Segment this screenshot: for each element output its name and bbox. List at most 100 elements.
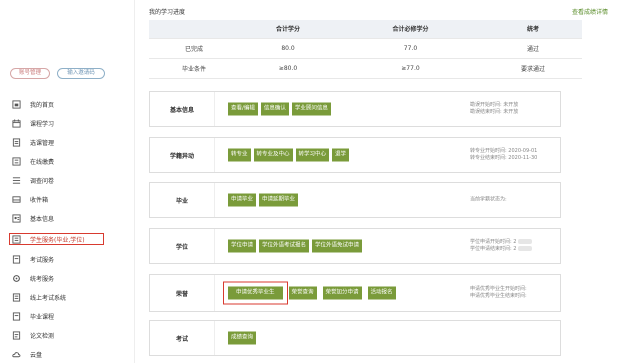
button-group: 学位申请 学位外语考试报名 学位外语免试申请 [228, 239, 363, 253]
table-header-cell: 统考 [483, 20, 582, 39]
info-line: 当前学籍状态为: [470, 196, 507, 203]
apply-deferred-graduation-button[interactable]: 申请延期毕业 [259, 193, 299, 207]
sidebar-item-exam-services[interactable]: 考试服务 [12, 253, 122, 265]
academic-advisor-button[interactable]: 学业顾问信息 [291, 102, 331, 116]
event-registration-button[interactable]: 活动报名 [367, 286, 396, 300]
info-line: 申请优秀毕业生结束时间: [470, 293, 527, 299]
active-item-highlight [9, 233, 104, 245]
sidebar-item-graduation-courses[interactable]: 毕业课程 [12, 310, 122, 322]
table-cell: 80.0 [239, 38, 337, 59]
table-row: 已完成 80.0 77.0 通过 [149, 38, 582, 59]
info-line: 转专业结束时间: 2020-11-30 [470, 155, 538, 161]
paper-icon [12, 330, 21, 340]
sidebar-item-basic-info[interactable]: 基本信息 [12, 212, 122, 224]
profile-icon [12, 213, 21, 223]
button-group: 成绩查询 [228, 331, 257, 345]
section-info: 转专业开始时间: 2020-09-01 转专业结束时间: 2020-11-30 [470, 148, 537, 162]
redacted-value [518, 239, 533, 244]
redacted-value [518, 246, 533, 251]
degree-language-exam-register-button[interactable]: 学位外语考试报名 [259, 239, 310, 253]
transfer-center-button[interactable]: 转学习中心 [295, 148, 330, 162]
info-text: 学位申请开始时间: 2 [470, 239, 517, 245]
list-icon [12, 176, 21, 185]
sidebar-item-label: 统考服务 [30, 275, 55, 283]
info-line: 转专业开始时间: 2020-09-01 [470, 148, 538, 154]
table-cell: 77.0 [337, 38, 484, 59]
withdraw-button[interactable]: 退学 [332, 148, 350, 162]
sidebar: 账号管理 输入邀请码 我的首页 课程学习 选课管理 在线缴费 调查问卷 收件箱 … [0, 0, 135, 363]
section-enrollment-change: 学籍异动 转专业 转专业及中心 转学习中心 退学 转专业开始时间: 2020-0… [149, 137, 561, 173]
cloud-icon [12, 350, 21, 359]
section-graduation: 毕业 申请毕业 申请延期毕业 当前学籍状态为: [149, 182, 561, 218]
book-icon [12, 311, 21, 321]
section-info: 学位申请开始时间: 2 学位申请结束时间: 2 [470, 239, 533, 253]
confirm-info-button[interactable]: 信息确认 [260, 102, 289, 116]
section-title: 毕业 [150, 183, 215, 217]
button-group: 申请优秀毕业生 荣誉查询 荣誉加分申请 活动报名 [223, 281, 396, 305]
info-line: 勘误结束时间: 未开放 [470, 109, 519, 115]
table-header-cell [149, 20, 239, 39]
apply-graduation-button[interactable]: 申请毕业 [228, 193, 257, 207]
grade-query-button[interactable]: 成绩查询 [228, 331, 257, 345]
sidebar-item-cloud-disk[interactable]: 云盘 [12, 348, 122, 360]
progress-table: 合计学分 合计必修学分 统考 已完成 80.0 77.0 通过 毕业条件 ≥80… [149, 20, 582, 79]
sidebar-item-paper-check[interactable]: 论文检测 [12, 329, 122, 341]
sidebar-item-label: 调查问卷 [30, 177, 55, 185]
change-major-button[interactable]: 转专业 [228, 148, 251, 162]
table-cell: ≥80.0 [239, 58, 337, 79]
view-edit-button[interactable]: 查看/编辑 [228, 102, 258, 116]
sidebar-item-label: 论文检测 [30, 332, 55, 340]
exam-icon [12, 254, 21, 264]
section-title: 学位 [150, 229, 215, 263]
section-info: 当前学籍状态为: [470, 197, 507, 204]
section-exams: 考试 成绩查询 [149, 320, 561, 356]
sidebar-item-label: 线上考试系统 [30, 294, 67, 302]
view-grades-link[interactable]: 查看成绩详情 [572, 7, 608, 16]
home-icon [12, 99, 21, 109]
info-line: 申请优秀毕业生开始时间: [470, 286, 527, 292]
calendar-icon [12, 118, 21, 128]
sidebar-item-label: 选课管理 [30, 139, 55, 147]
sidebar-item-label: 在线缴费 [30, 158, 55, 166]
table-row: 毕业条件 ≥80.0 ≥77.0 要求通过 [149, 58, 582, 79]
button-group: 转专业 转专业及中心 转学习中心 退学 [228, 148, 350, 162]
sidebar-item-label: 云盘 [30, 351, 43, 359]
section-info: 申请优秀毕业生开始时间: 申请优秀毕业生结束时间: [470, 286, 527, 300]
inbox-icon [12, 195, 21, 204]
clipboard-icon [12, 137, 21, 147]
honors-bonus-apply-button[interactable]: 荣誉加分申请 [322, 286, 362, 300]
degree-apply-button[interactable]: 学位申请 [228, 239, 257, 253]
sidebar-item-label: 我的首页 [30, 101, 55, 109]
sidebar-item-unified-exam[interactable]: 统考服务 [12, 272, 122, 284]
sidebar-item-inbox[interactable]: 收件箱 [12, 193, 122, 205]
sidebar-item-online-exam[interactable]: 线上考试系统 [12, 291, 122, 303]
info-text: 学位申请结束时间: 2 [470, 246, 517, 252]
gear-icon [12, 274, 21, 283]
sidebar-item-course-study[interactable]: 课程学习 [12, 117, 122, 129]
progress-title: 我的学习进度 [149, 9, 186, 16]
sidebar-item-label: 课程学习 [30, 120, 55, 128]
table-header-cell: 合计学分 [239, 20, 337, 39]
sidebar-item-payment[interactable]: 在线缴费 [12, 155, 122, 167]
change-major-center-button[interactable]: 转专业及中心 [253, 148, 293, 162]
degree-language-exemption-button[interactable]: 学位外语免试申请 [312, 239, 363, 253]
sidebar-item-label: 收件箱 [30, 196, 49, 204]
sidebar-item-label: 基本信息 [30, 215, 55, 223]
sidebar-item-course-selection[interactable]: 选课管理 [12, 136, 122, 148]
main-content: 我的学习进度 查看成绩详情 合计学分 合计必修学分 统考 已完成 80.0 77… [135, 0, 618, 363]
sidebar-item-label: 考试服务 [30, 256, 55, 264]
button-group: 申请毕业 申请延期毕业 [228, 193, 299, 207]
table-cell: 要求通过 [483, 58, 582, 79]
document-icon [12, 292, 21, 302]
section-degree: 学位 学位申请 学位外语考试报名 学位外语免试申请 学位申请开始时间: 2 学位… [149, 228, 561, 264]
sidebar-item-survey[interactable]: 调查问卷 [12, 174, 122, 186]
section-honors: 荣誉 申请优秀毕业生 荣誉查询 荣誉加分申请 活动报名 申请优秀毕业生开始时间:… [149, 274, 561, 312]
account-management-button[interactable]: 账号管理 [10, 68, 50, 79]
invite-code-button[interactable]: 输入邀请码 [57, 68, 105, 79]
honors-query-button[interactable]: 荣誉查询 [288, 286, 317, 300]
sidebar-item-home[interactable]: 我的首页 [12, 98, 122, 110]
payment-icon [12, 156, 21, 166]
info-line: 学位申请结束时间: 2 [470, 246, 533, 253]
section-basic-info: 基本信息 查看/编辑 信息确认 学业顾问信息 勘误开始时间: 未开放 勘误结束时… [149, 91, 561, 127]
apply-outstanding-graduate-button[interactable]: 申请优秀毕业生 [223, 281, 288, 305]
